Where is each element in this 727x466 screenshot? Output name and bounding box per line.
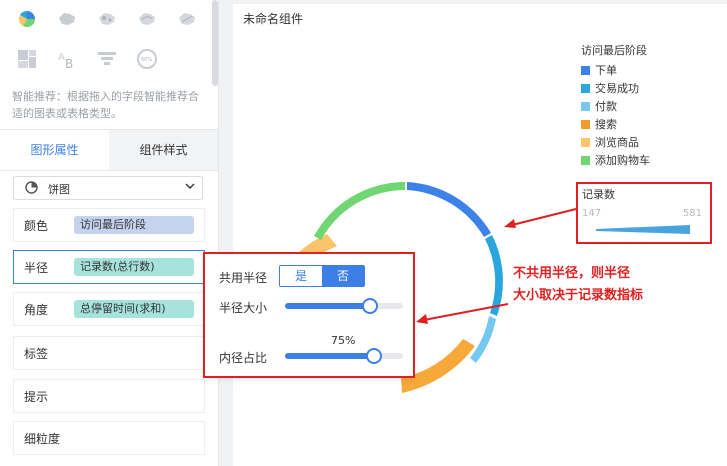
legend-label: 浏览商品: [595, 136, 639, 149]
legend-item-browse[interactable]: 浏览商品: [581, 136, 639, 150]
radius-size-thumb[interactable]: [362, 298, 378, 314]
size-legend-title: 记录数: [582, 188, 615, 201]
size-legend-highlight: 记录数 147 581: [576, 182, 712, 244]
annotation-line-1: 不共用半径，则半径: [513, 266, 631, 281]
legend-label: 付款: [595, 100, 617, 113]
annotation-arrow-top: [504, 208, 577, 228]
legend-title: 访问最后阶段: [581, 44, 647, 57]
legend-label: 交易成功: [595, 82, 639, 95]
annotation-line-2: 大小取决于记录数指标: [513, 288, 644, 303]
legend-swatch: [581, 120, 590, 129]
legend-swatch: [581, 66, 590, 75]
shared-radius-no-button[interactable]: 否: [322, 266, 364, 286]
legend-item-add-cart[interactable]: 添加购物车: [581, 154, 650, 168]
legend-label: 添加购物车: [595, 154, 650, 167]
inner-ratio-slider[interactable]: [285, 348, 403, 364]
annotation-arrow-popup: [416, 303, 509, 324]
annotation-text: 不共用半径，则半径 大小取决于记录数指标: [513, 263, 713, 307]
size-legend-wedge: [596, 225, 690, 234]
shared-radius-label: 共用半径: [219, 271, 268, 285]
radius-size-slider[interactable]: [285, 298, 403, 314]
radius-size-fill: [285, 303, 370, 309]
segment-place-order[interactable]: [407, 182, 491, 237]
size-legend-min: 147: [582, 208, 602, 219]
legend-swatch: [581, 156, 590, 165]
inner-ratio-fill: [285, 353, 374, 359]
inner-ratio-value: 75%: [331, 334, 356, 347]
legend-item-search[interactable]: 搜索: [581, 118, 617, 132]
shared-radius-toggle: 是 否: [279, 265, 365, 287]
inner-ratio-label: 内径占比: [219, 351, 268, 365]
legend-item-place-order[interactable]: 下单: [581, 64, 617, 78]
legend-swatch: [581, 138, 590, 147]
legend-label: 下单: [595, 64, 617, 77]
legend-swatch: [581, 84, 590, 93]
size-legend-max: 581: [682, 208, 702, 219]
legend-label: 搜索: [595, 118, 617, 131]
inner-ratio-thumb[interactable]: [366, 348, 382, 364]
segment-add-cart[interactable]: [314, 182, 405, 240]
legend-swatch: [581, 102, 590, 111]
shared-radius-yes-button[interactable]: 是: [280, 266, 322, 286]
legend-item-payment[interactable]: 付款: [581, 100, 617, 114]
legend-item-trade-success[interactable]: 交易成功: [581, 82, 639, 96]
radius-settings-popup: 共用半径 是 否 半径大小 75% 内径占比: [203, 252, 415, 378]
radius-size-label: 半径大小: [219, 301, 268, 315]
